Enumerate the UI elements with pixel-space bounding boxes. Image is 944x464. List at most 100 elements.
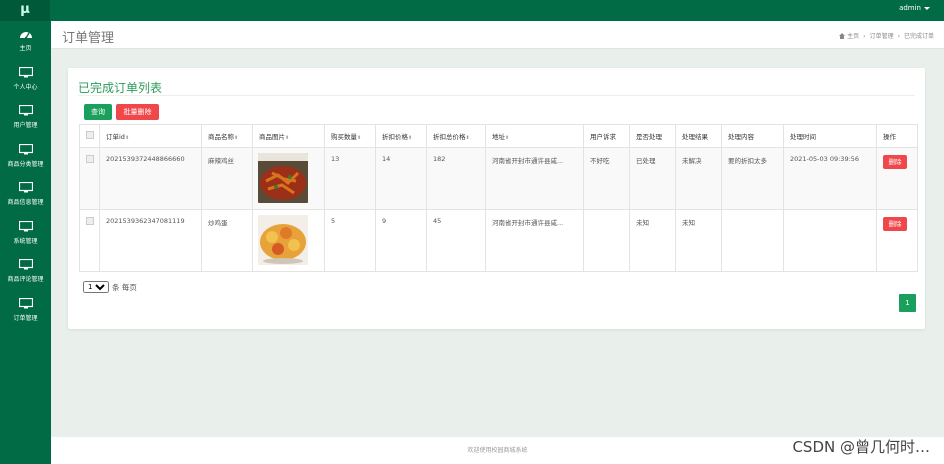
sidebar-item-products[interactable]: 商品信息管理 bbox=[0, 175, 51, 214]
sort-icon: ⬍ bbox=[124, 135, 130, 141]
table-row: 2021539362347081119 炒鸡蛋 5 9 45 河南省开封市通许县… bbox=[79, 209, 918, 272]
result-cell: 未解决 bbox=[675, 147, 722, 210]
table-header-row: 订单id⬍ 商品名称⬍ 商品图片⬍ 购买数量⬍ 折扣价格⬍ 折扣总价格⬍ 地址⬍… bbox=[79, 124, 918, 148]
sidebar-item-comments[interactable]: 商品评论管理 bbox=[0, 252, 51, 291]
sidebar-item-label: 商品信息管理 bbox=[7, 199, 44, 207]
column-header[interactable]: 地址⬍ bbox=[485, 124, 584, 148]
sidebar-item-label: 个人中心 bbox=[13, 83, 38, 91]
breadcrumb-current: 已完成订单 bbox=[903, 33, 934, 40]
column-header: 操作 bbox=[876, 124, 918, 148]
orders-table: 订单id⬍ 商品名称⬍ 商品图片⬍ 购买数量⬍ 折扣价格⬍ 折扣总价格⬍ 地址⬍… bbox=[79, 124, 918, 272]
column-header[interactable]: 订单id⬍ bbox=[99, 124, 202, 148]
monitor-icon bbox=[18, 220, 33, 232]
product-image-cell bbox=[252, 147, 325, 210]
column-header[interactable]: 折扣总价格⬍ bbox=[426, 124, 486, 148]
order-id-cell: 2021539362347081119 bbox=[99, 209, 202, 272]
time-cell: 2021-05-03 09:39:56 bbox=[783, 147, 877, 210]
processed-cell: 已处理 bbox=[629, 147, 676, 210]
sidebar-item-label: 商品评论管理 bbox=[7, 276, 44, 284]
user-menu[interactable]: admin bbox=[899, 4, 930, 12]
product-name-cell: 麻辣鸡丝 bbox=[201, 147, 253, 210]
discount-price-cell: 9 bbox=[375, 209, 427, 272]
column-header: 处理结果 bbox=[675, 124, 722, 148]
card-title: 已完成订单列表 bbox=[78, 81, 163, 95]
user-request-cell bbox=[583, 209, 630, 272]
discount-total-cell: 182 bbox=[426, 147, 486, 210]
order-list-card: 已完成订单列表 查询 批量删除 订单id⬍ 商品名称⬍ 商品图片⬍ 购买数量⬍ … bbox=[68, 68, 925, 329]
column-header[interactable]: 购买数量⬍ bbox=[324, 124, 376, 148]
address-cell: 河南省开封市通许县咸... bbox=[485, 209, 584, 272]
sort-icon: ⬍ bbox=[505, 135, 510, 141]
order-id-cell: 2021539372448866660 bbox=[99, 147, 202, 210]
breadcrumb-separator: › bbox=[863, 33, 866, 40]
sidebar-item-profile[interactable]: 个人中心 bbox=[0, 60, 51, 99]
caret-down-icon bbox=[924, 6, 930, 10]
dashboard-icon bbox=[19, 32, 32, 40]
column-header: 处理内容 bbox=[721, 124, 784, 148]
delete-button[interactable]: 删除 bbox=[883, 155, 907, 169]
product-image bbox=[258, 215, 308, 265]
select-all-cell bbox=[79, 124, 100, 148]
column-header[interactable]: 商品图片⬍ bbox=[252, 124, 325, 148]
query-button[interactable]: 查询 bbox=[84, 104, 112, 120]
user-request-cell: 不好吃 bbox=[583, 147, 630, 210]
column-header: 是否处理 bbox=[629, 124, 676, 148]
row-select-cell bbox=[79, 147, 100, 210]
result-cell: 未知 bbox=[675, 209, 722, 272]
home-icon bbox=[839, 32, 846, 39]
page-size-select[interactable]: 10 bbox=[83, 281, 109, 293]
column-header[interactable]: 商品名称⬍ bbox=[201, 124, 253, 148]
quantity-cell: 5 bbox=[324, 209, 376, 272]
action-cell: 删除 bbox=[876, 209, 918, 272]
breadcrumb-separator: › bbox=[897, 33, 900, 40]
delete-button[interactable]: 删除 bbox=[883, 217, 907, 231]
divider bbox=[78, 95, 915, 96]
watermark: CSDN @曾几何时… bbox=[792, 438, 930, 456]
product-image bbox=[258, 153, 308, 203]
sidebar-item-home[interactable]: 主页 bbox=[0, 21, 51, 60]
product-name-cell: 炒鸡蛋 bbox=[201, 209, 253, 272]
sort-icon: ⬍ bbox=[234, 135, 239, 141]
discount-total-cell: 45 bbox=[426, 209, 486, 272]
address-cell: 河南省开封市通许县咸... bbox=[485, 147, 584, 210]
sort-icon: ⬍ bbox=[408, 135, 413, 141]
column-header[interactable]: 折扣价格⬍ bbox=[375, 124, 427, 148]
sidebar-item-label: 商品分类管理 bbox=[7, 160, 44, 168]
table-row: 2021539372448866660 麻辣鸡丝 13 14 182 河南省开封… bbox=[79, 147, 918, 210]
sort-icon: ⬍ bbox=[285, 135, 290, 141]
monitor-icon bbox=[18, 297, 33, 309]
monitor-icon bbox=[18, 143, 33, 155]
top-bar: μ admin bbox=[0, 0, 944, 21]
sidebar: 主页 个人中心 用户管理 商品分类管理 商品信息管理 系统管理 商品评论管理 订… bbox=[0, 21, 51, 464]
sidebar-item-categories[interactable]: 商品分类管理 bbox=[0, 137, 51, 176]
sidebar-item-orders[interactable]: 订单管理 bbox=[0, 291, 51, 330]
select-all-checkbox[interactable] bbox=[86, 131, 94, 139]
content-cell bbox=[721, 209, 784, 272]
time-cell bbox=[783, 209, 877, 272]
breadcrumb-home[interactable]: 主页 bbox=[847, 33, 859, 40]
row-checkbox[interactable] bbox=[86, 217, 94, 225]
page-header: 订单管理 主页 › 订单管理 › 已完成订单 bbox=[51, 21, 944, 49]
breadcrumb-orders[interactable]: 订单管理 bbox=[870, 33, 894, 40]
row-select-cell bbox=[79, 209, 100, 272]
per-page-label: 条 每页 bbox=[112, 282, 137, 292]
row-checkbox[interactable] bbox=[86, 155, 94, 163]
monitor-icon bbox=[18, 182, 33, 193]
processed-cell: 未知 bbox=[629, 209, 676, 272]
column-header: 用户诉求 bbox=[583, 124, 630, 148]
page-size-control: 10 条 每页 bbox=[83, 281, 137, 293]
content-cell: 要的折扣太多 bbox=[721, 147, 784, 210]
app-logo[interactable]: μ bbox=[0, 0, 50, 21]
monitor-icon bbox=[18, 66, 33, 78]
batch-delete-button[interactable]: 批量删除 bbox=[116, 104, 159, 120]
username: admin bbox=[899, 4, 921, 12]
sort-icon: ⬍ bbox=[465, 135, 470, 141]
action-cell: 删除 bbox=[876, 147, 918, 210]
sidebar-item-label: 订单管理 bbox=[13, 314, 38, 322]
quantity-cell: 13 bbox=[324, 147, 376, 210]
sidebar-item-users[interactable]: 用户管理 bbox=[0, 98, 51, 137]
page-button-current[interactable]: 1 bbox=[899, 294, 916, 312]
sidebar-item-label: 系统管理 bbox=[13, 237, 38, 245]
monitor-icon bbox=[18, 259, 33, 270]
sidebar-item-system[interactable]: 系统管理 bbox=[0, 214, 51, 253]
